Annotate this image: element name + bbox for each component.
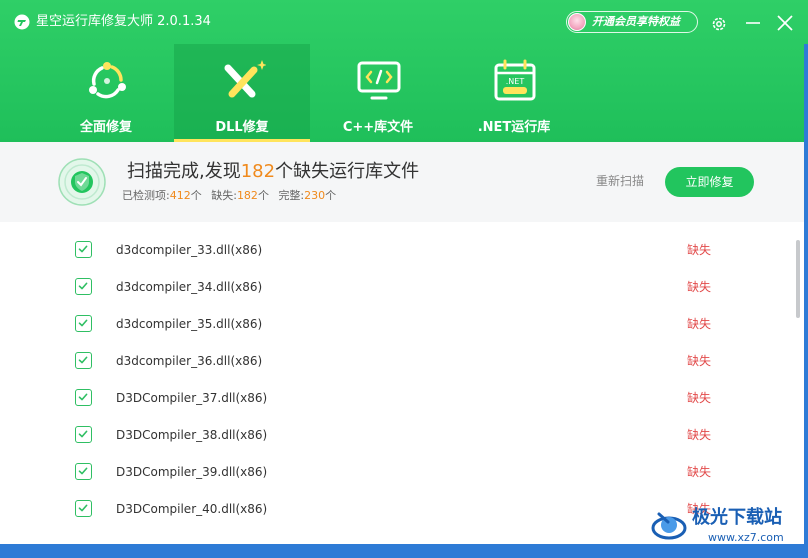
row-checkbox[interactable] — [75, 278, 92, 295]
missing-count: 182 — [236, 189, 258, 202]
complete-count: 230 — [304, 189, 326, 202]
fix-now-button[interactable]: 立即修复 — [665, 167, 754, 197]
status-badge: 缺失 — [687, 391, 712, 405]
status-badge: 缺失 — [687, 317, 712, 331]
file-name: D3DCompiler_39.dll(x86) — [116, 465, 268, 479]
tab-net-runtime[interactable]: .NET .NET运行库 — [446, 44, 582, 142]
check-icon — [78, 282, 88, 290]
code-monitor-icon — [357, 61, 401, 100]
tab-full-repair[interactable]: 全面修复 — [38, 44, 174, 142]
file-name: d3dcompiler_33.dll(x86) — [116, 243, 263, 257]
vip-label: 开通会员享特权益 — [592, 15, 680, 28]
unit-text: 个 — [325, 189, 337, 202]
status-badge: 缺失 — [687, 280, 712, 294]
headline-prefix: 扫描完成,发现 — [127, 161, 241, 182]
scan-headline: 扫描完成,发现182个缺失运行库文件 — [127, 160, 419, 184]
shield-scan-icon — [58, 158, 106, 206]
list-item[interactable]: d3dcompiler_36.dll(x86) 缺失 — [0, 333, 790, 370]
unit-text: 个 — [190, 189, 202, 202]
list-item[interactable]: D3DCompiler_37.dll(x86) 缺失 — [0, 370, 790, 407]
file-name: d3dcompiler_36.dll(x86) — [116, 354, 263, 368]
missing-file-list: d3dcompiler_33.dll(x86) 缺失 d3dcompiler_34.… — [0, 222, 808, 544]
row-checkbox[interactable] — [75, 426, 92, 443]
row-checkbox[interactable] — [75, 463, 92, 480]
avatar — [568, 13, 586, 31]
list-scrollbar[interactable] — [796, 240, 800, 318]
app-logo-icon — [14, 14, 30, 30]
check-icon — [78, 467, 88, 475]
app-title: 星空运行库修复大师 2.0.1.34 — [36, 14, 211, 29]
watermark-logo-icon — [651, 512, 687, 540]
watermark: 极光下载站 www.xz7.com — [650, 500, 808, 548]
check-icon — [78, 504, 88, 512]
vip-membership-button[interactable]: 开通会员享特权益 — [566, 11, 698, 33]
status-badge: 缺失 — [687, 465, 712, 479]
row-checkbox[interactable] — [75, 352, 92, 369]
missing-label: 缺失: — [211, 189, 237, 202]
check-icon — [78, 245, 88, 253]
tab-cpp-library[interactable]: C++库文件 — [310, 44, 446, 142]
list-item[interactable]: d3dcompiler_35.dll(x86) 缺失 — [0, 296, 790, 333]
detected-label: 已检测项: — [122, 189, 170, 202]
tab-label: C++库文件 — [342, 120, 414, 135]
rescan-link[interactable]: 重新扫描 — [596, 173, 644, 189]
check-icon — [78, 356, 88, 364]
net-badge-text: .NET — [506, 77, 525, 86]
check-icon — [78, 430, 88, 438]
tab-label: 全面修复 — [79, 120, 132, 135]
unit-text: 个 — [257, 189, 269, 202]
list-item[interactable]: d3dcompiler_34.dll(x86) 缺失 — [0, 259, 790, 296]
status-badge: 缺失 — [687, 243, 712, 257]
close-icon[interactable] — [776, 14, 794, 32]
headline-missing-count: 182 — [240, 161, 276, 182]
dll-tools-icon — [224, 60, 266, 98]
watermark-url: www.xz7.com — [708, 531, 784, 544]
scan-stats: 已检测项:412个 缺失:182个 完整:230个 — [122, 189, 336, 203]
headline-suffix: 个缺失运行库文件 — [275, 161, 420, 182]
detected-count: 412 — [169, 189, 191, 202]
app-header: 星空运行库修复大师 2.0.1.34 开通会员享特权益 全面修复 DLL修复 C… — [0, 0, 808, 142]
complete-label: 完整: — [278, 189, 305, 202]
list-item[interactable]: d3dcompiler_33.dll(x86) 缺失 — [0, 222, 790, 259]
gear-icon[interactable] — [710, 15, 728, 33]
file-name: D3DCompiler_37.dll(x86) — [116, 391, 268, 405]
list-item[interactable]: D3DCompiler_38.dll(x86) 缺失 — [0, 407, 790, 444]
row-checkbox[interactable] — [75, 315, 92, 332]
tab-label: DLL修复 — [215, 120, 269, 135]
window-edge — [804, 44, 808, 544]
scan-summary-panel: 扫描完成,发现182个缺失运行库文件 已检测项:412个 缺失:182个 完整:… — [0, 142, 808, 222]
status-badge: 缺失 — [687, 354, 712, 368]
row-checkbox[interactable] — [75, 389, 92, 406]
tab-dll-repair[interactable]: DLL修复 — [174, 44, 310, 142]
check-icon — [78, 319, 88, 327]
list-item[interactable]: D3DCompiler_39.dll(x86) 缺失 — [0, 444, 790, 481]
title-bar: 星空运行库修复大师 2.0.1.34 开通会员享特权益 — [0, 0, 808, 44]
minimize-icon[interactable] — [744, 14, 762, 32]
net-calendar-icon: .NET — [494, 59, 536, 101]
file-name: D3DCompiler_40.dll(x86) — [116, 502, 268, 516]
watermark-title: 极光下载站 — [692, 507, 782, 528]
recycle-repair-icon — [89, 62, 126, 99]
file-name: d3dcompiler_35.dll(x86) — [116, 317, 263, 331]
file-name: d3dcompiler_34.dll(x86) — [116, 280, 263, 294]
status-badge: 缺失 — [687, 428, 712, 442]
file-name: D3DCompiler_38.dll(x86) — [116, 428, 268, 442]
row-checkbox[interactable] — [75, 241, 92, 258]
check-icon — [78, 393, 88, 401]
tab-label: .NET运行库 — [477, 120, 551, 135]
row-checkbox[interactable] — [75, 500, 92, 517]
